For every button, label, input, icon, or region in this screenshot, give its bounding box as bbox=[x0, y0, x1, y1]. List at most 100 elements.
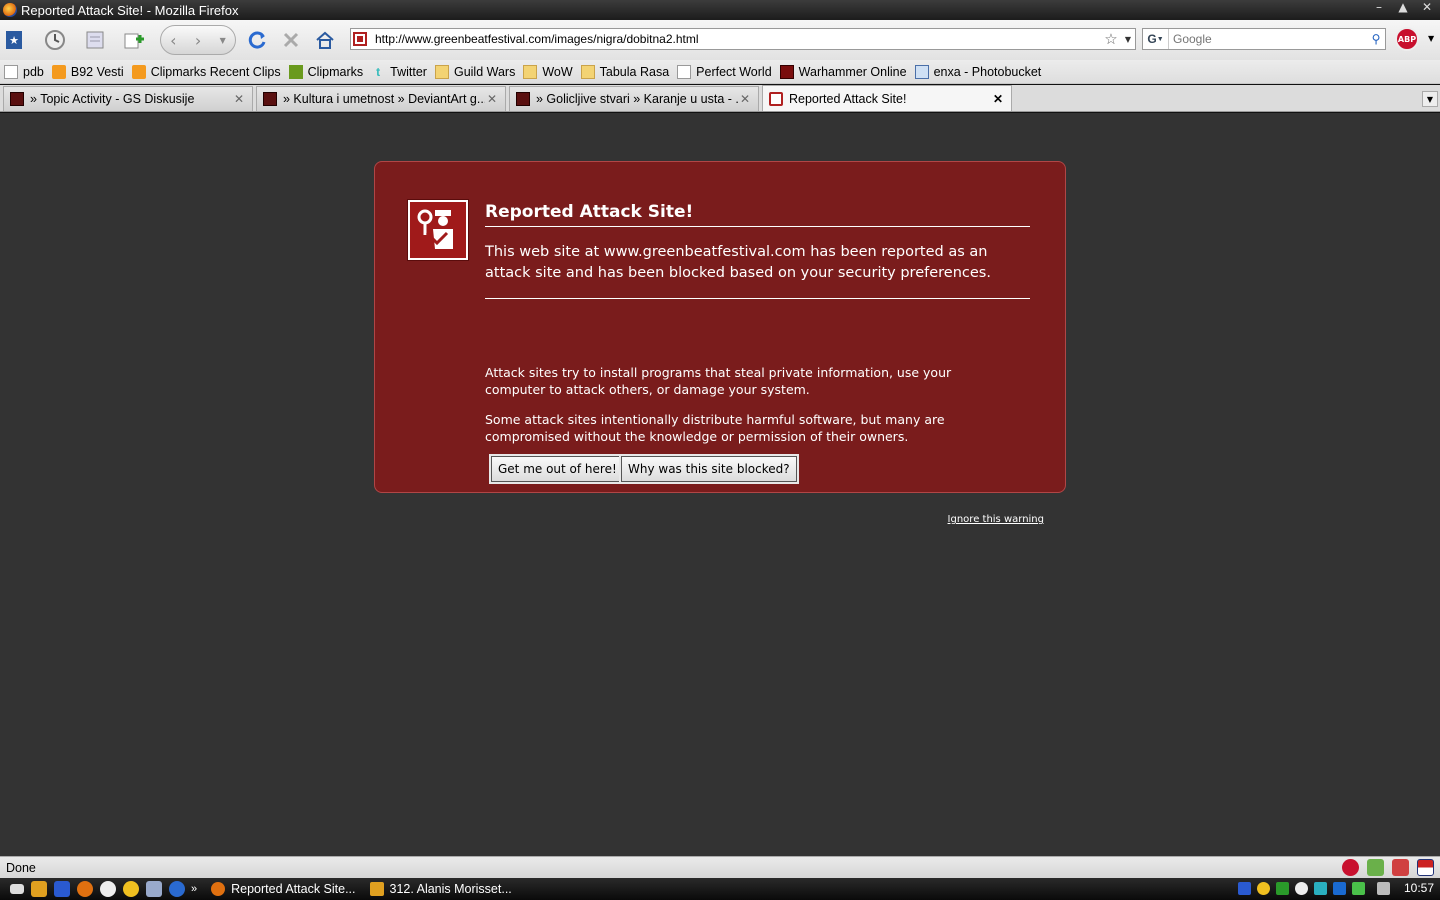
more-quicklaunch-icon[interactable]: » bbox=[191, 883, 197, 895]
rss-feed-icon bbox=[51, 64, 66, 79]
attack-site-warning-box: Reported Attack Site! This web site at w… bbox=[374, 161, 1066, 525]
bookmark-item[interactable]: B92 Vesti bbox=[51, 64, 124, 79]
bookmark-star-icon[interactable]: ☆ bbox=[1101, 30, 1121, 48]
adblock-plus-icon[interactable]: ABP bbox=[1395, 27, 1419, 51]
history-dropdown-icon[interactable]: ▼ bbox=[220, 36, 226, 45]
tray-icon[interactable] bbox=[1275, 881, 1289, 895]
page-content: Reported Attack Site! This web site at w… bbox=[0, 113, 1440, 856]
bookmark-item[interactable]: Clipmarks Recent Clips bbox=[131, 64, 281, 79]
error-short-description: This web site at www.greenbeatfestival.c… bbox=[485, 242, 1030, 299]
error-title: Reported Attack Site! bbox=[485, 202, 1030, 227]
photobucket-icon bbox=[914, 64, 929, 79]
bookmark-item[interactable]: t Twitter bbox=[371, 65, 427, 79]
tab-golicljive[interactable]: » Golicljive stvari » Karanje u usta - .… bbox=[509, 86, 759, 111]
maximize-button[interactable]: ▲ bbox=[1396, 0, 1410, 14]
bookmark-folder[interactable]: Guild Wars bbox=[434, 64, 515, 79]
adblock-status-icon[interactable] bbox=[1342, 859, 1359, 876]
recycle-bin-icon[interactable] bbox=[146, 881, 162, 897]
site-favicon-icon bbox=[263, 92, 277, 106]
reload-icon[interactable] bbox=[244, 27, 270, 53]
tab-close-icon[interactable]: ✕ bbox=[232, 92, 246, 106]
bookmarks-star-menu-icon[interactable]: ★ bbox=[2, 27, 28, 53]
rss-feed-icon bbox=[131, 64, 146, 79]
tab-close-icon[interactable]: ✕ bbox=[738, 92, 752, 106]
clock[interactable]: 10:57 bbox=[1404, 881, 1434, 895]
adblock-dropdown-icon[interactable]: ▼ bbox=[1428, 34, 1434, 43]
status-text: Done bbox=[6, 860, 36, 875]
bookmark-item[interactable]: Clipmarks bbox=[288, 64, 363, 79]
taskbar-item-firefox[interactable]: Reported Attack Site... bbox=[211, 882, 356, 896]
bookmark-item[interactable]: pdb bbox=[4, 64, 44, 79]
search-input[interactable] bbox=[1169, 32, 1367, 46]
skype-icon[interactable] bbox=[169, 881, 185, 897]
firefox-quicklaunch-icon[interactable] bbox=[77, 881, 93, 897]
twitter-icon: t bbox=[376, 64, 381, 79]
winamp-icon[interactable] bbox=[31, 881, 47, 897]
tab-kultura[interactable]: » Kultura i umetnost » DeviantArt g... ✕ bbox=[256, 86, 506, 111]
tray-icon[interactable] bbox=[1351, 881, 1365, 895]
back-forward-buttons[interactable]: ‹ › ▼ bbox=[160, 25, 236, 55]
status-bar: Done bbox=[0, 856, 1440, 878]
search-engine-google-icon[interactable]: G ▼ bbox=[1143, 29, 1169, 49]
tray-icon[interactable] bbox=[1294, 881, 1308, 895]
messenger-icon[interactable] bbox=[100, 881, 116, 897]
smiley-icon[interactable] bbox=[123, 881, 139, 897]
sidebar-page-icon[interactable] bbox=[82, 27, 108, 53]
bookmarks-toolbar: pdb B92 Vesti Clipmarks Recent Clips Cli… bbox=[0, 60, 1440, 84]
close-window-button[interactable]: ✕ bbox=[1420, 0, 1434, 14]
search-magnifier-icon[interactable]: ⚲ bbox=[1367, 32, 1385, 46]
tray-icon[interactable] bbox=[1313, 881, 1327, 895]
tab-reported-attack-site[interactable]: Reported Attack Site! ✕ bbox=[762, 85, 1012, 111]
window-title: Reported Attack Site! - Mozilla Firefox bbox=[21, 2, 239, 18]
new-tab-plus-icon[interactable] bbox=[120, 27, 146, 53]
show-desktop-icon[interactable] bbox=[10, 884, 24, 894]
ignore-warning-link[interactable]: Ignore this warning bbox=[948, 514, 1044, 525]
bookmark-folder[interactable]: WoW bbox=[523, 64, 573, 79]
folder-icon bbox=[434, 64, 449, 79]
forward-arrow-icon[interactable]: › bbox=[195, 31, 201, 50]
site-favicon-icon bbox=[516, 92, 530, 106]
system-tray: 10:57 bbox=[1237, 881, 1434, 895]
bookmark-folder[interactable]: Tabula Rasa bbox=[580, 64, 669, 79]
winamp-icon bbox=[369, 882, 384, 896]
volume-icon[interactable] bbox=[1376, 881, 1390, 895]
url-bar[interactable]: ☆ ▼ bbox=[350, 28, 1136, 50]
tab-topic-activity[interactable]: » Topic Activity - GS Diskusije ✕ bbox=[3, 86, 253, 111]
tab-close-icon[interactable]: ✕ bbox=[485, 92, 499, 106]
windows-taskbar: » Reported Attack Site... 312. Alanis Mo… bbox=[0, 878, 1440, 900]
bookmark-item[interactable]: enxa - Photobucket bbox=[914, 64, 1041, 79]
page-icon bbox=[4, 64, 18, 79]
save-disk-icon[interactable] bbox=[54, 881, 70, 897]
minimize-button[interactable]: – bbox=[1372, 0, 1386, 14]
url-input[interactable] bbox=[369, 30, 1101, 48]
greasemonkey-icon[interactable] bbox=[1367, 859, 1384, 876]
site-favicon-icon bbox=[10, 92, 24, 106]
taskbar-item-winamp[interactable]: 312. Alanis Morisset... bbox=[369, 882, 512, 896]
tray-icon[interactable] bbox=[1256, 881, 1270, 895]
search-bar[interactable]: G▼ ⚲ bbox=[1142, 28, 1386, 50]
stop-icon[interactable] bbox=[278, 27, 304, 53]
site-identity-icon[interactable] bbox=[351, 29, 369, 49]
firefox-icon bbox=[3, 3, 17, 17]
get-me-out-button[interactable]: Get me out of here! bbox=[491, 456, 624, 482]
page-icon bbox=[677, 64, 692, 79]
stumbleupon-icon[interactable] bbox=[1392, 859, 1409, 876]
flag-icon[interactable] bbox=[1417, 859, 1434, 876]
clipmarks-icon bbox=[288, 64, 303, 79]
url-history-dropdown-icon[interactable]: ▼ bbox=[1121, 35, 1135, 44]
bluetooth-icon[interactable] bbox=[1332, 881, 1346, 895]
why-blocked-button[interactable]: Why was this site blocked? bbox=[621, 456, 797, 482]
home-icon[interactable] bbox=[312, 27, 338, 53]
history-clock-icon[interactable] bbox=[42, 27, 68, 53]
bookmark-item[interactable]: Warhammer Online bbox=[779, 64, 907, 79]
folder-icon bbox=[523, 64, 538, 79]
folder-icon bbox=[580, 64, 595, 79]
navigation-toolbar: ★ ‹ › ▼ ☆ ▼ G▼ ⚲ ABP ▼ bbox=[0, 20, 1440, 60]
back-arrow-icon[interactable]: ‹ bbox=[170, 31, 176, 50]
list-all-tabs-icon[interactable]: ▼ bbox=[1422, 91, 1438, 107]
bookmark-item[interactable]: Perfect World bbox=[677, 64, 772, 79]
tab-strip: » Topic Activity - GS Diskusije ✕ » Kult… bbox=[0, 85, 1440, 112]
tab-close-icon[interactable]: ✕ bbox=[991, 92, 1005, 106]
warhammer-icon bbox=[779, 64, 794, 79]
tray-icon[interactable] bbox=[1237, 881, 1251, 895]
